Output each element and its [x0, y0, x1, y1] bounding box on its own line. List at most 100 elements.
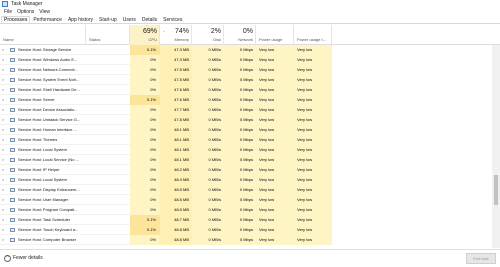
process-memory: 48.4 MB	[160, 175, 192, 185]
column-network[interactable]: 0% Network	[224, 25, 256, 45]
column-status[interactable]: Status	[86, 25, 130, 45]
process-power-usage: Very low	[256, 145, 294, 155]
expand-chevron-icon[interactable]: >	[2, 145, 8, 155]
expand-chevron-icon[interactable]: >	[2, 165, 8, 175]
process-network: 0 Mbps	[224, 105, 256, 115]
footer: ^ Fewer details End task	[0, 249, 500, 267]
scrollbar-thumb[interactable]	[494, 175, 498, 205]
column-cpu[interactable]: 69% CPU	[130, 25, 160, 45]
process-status	[86, 45, 130, 55]
column-power-usage[interactable]: Power usage	[256, 25, 294, 45]
expand-chevron-icon[interactable]: >	[2, 125, 8, 135]
table-row[interactable]: > Service Host: Touch Keyboard a... 0.1% 48…	[0, 225, 492, 235]
expand-chevron-icon[interactable]: >	[2, 55, 8, 65]
tab-users[interactable]: Users	[120, 16, 139, 23]
expand-chevron-icon[interactable]: >	[2, 205, 8, 215]
vertical-scrollbar[interactable]	[492, 45, 500, 248]
expand-chevron-icon[interactable]: >	[2, 175, 8, 185]
expand-chevron-icon[interactable]: >	[2, 105, 8, 115]
menu-file[interactable]: File	[3, 8, 13, 16]
table-row[interactable]: > Service Host: Display Enhancem... 0% 48.5…	[0, 185, 492, 195]
tab-details[interactable]: Details	[139, 16, 160, 23]
table-row[interactable]: > Service Host: Computer Browser 0% 48.8 MB…	[0, 235, 492, 245]
table-row[interactable]: > Service Host: Human Interface ... 0% 48.1…	[0, 125, 492, 135]
process-name: Service Host: Display Enhancem...	[18, 187, 80, 192]
process-network: 0 Mbps	[224, 235, 256, 245]
service-host-icon	[10, 218, 15, 222]
end-task-button[interactable]: End task	[466, 253, 496, 264]
expand-chevron-icon[interactable]: >	[2, 95, 8, 105]
table-row[interactable]: > Service Host: Device Associatio... 0% 47.…	[0, 105, 492, 115]
expand-chevron-icon[interactable]: >	[2, 65, 8, 75]
process-cpu: 0.1%	[130, 95, 160, 105]
process-cpu: 0%	[130, 145, 160, 155]
expand-chevron-icon[interactable]: >	[2, 185, 8, 195]
table-row[interactable]: > Service Host: Program Compati... 0% 48.5 …	[0, 205, 492, 215]
process-power-usage: Very low	[256, 205, 294, 215]
menu-options[interactable]: Options	[16, 8, 35, 16]
table-row[interactable]: > Service Host: Local System 0% 48.4 MB 0 MB…	[0, 175, 492, 185]
table-row[interactable]: > Service Host: Windows Audio E... 0% 47.3 …	[0, 55, 492, 65]
expand-chevron-icon[interactable]: >	[2, 135, 8, 145]
fewer-details-link[interactable]: Fewer details	[13, 255, 43, 262]
process-memory: 47.7 MB	[160, 105, 192, 115]
table-row[interactable]: > Service Host: System Event Noti... 0% 47.…	[0, 75, 492, 85]
tab-bar: Processes Performance App history Start-…	[0, 16, 500, 24]
expand-chevron-icon[interactable]: >	[2, 235, 8, 245]
process-power-trend: Very low	[294, 45, 332, 55]
table-row[interactable]: > Service Host: Unistack Service G... 0% 47…	[0, 115, 492, 125]
table-row[interactable]: > Service Host: Task Scheduler 0.1% 48.7 MB…	[0, 215, 492, 225]
process-network: 0 Mbps	[224, 45, 256, 55]
service-host-icon	[10, 88, 15, 92]
tab-start-up[interactable]: Start-up	[96, 16, 120, 23]
table-row[interactable]: > Service Host: IP Helper 0% 48.2 MB 0 MB/s 0…	[0, 165, 492, 175]
table-row[interactable]: > Service Host: User Manager 0% 48.5 MB 0 MB…	[0, 195, 492, 205]
expand-chevron-icon[interactable]: >	[2, 85, 8, 95]
service-host-icon	[10, 128, 15, 132]
column-disk[interactable]: 2% Disk	[192, 25, 224, 45]
table-row[interactable]: > Service Host: Local Service (No ... 0% 48…	[0, 155, 492, 165]
expand-chevron-icon[interactable]: >	[2, 45, 8, 55]
process-status	[86, 205, 130, 215]
process-disk: 0 MB/s	[192, 105, 224, 115]
table-row[interactable]: > Service Host: Network Connecti... 0% 47.5…	[0, 65, 492, 75]
column-power-usage-trend[interactable]: Power usage t...	[294, 25, 332, 45]
tab-services[interactable]: Services	[160, 16, 185, 23]
tab-performance[interactable]: Performance	[30, 16, 65, 23]
service-host-icon	[10, 168, 15, 172]
tab-processes[interactable]: Processes	[1, 16, 31, 23]
expand-chevron-icon[interactable]: >	[2, 75, 8, 85]
expand-chevron-icon[interactable]: >	[2, 195, 8, 205]
table-row[interactable]: > Service Host: Shell Hardware De... 0% 47.…	[0, 85, 492, 95]
process-memory: 48.5 MB	[160, 205, 192, 215]
process-name: Service Host: Windows Audio E...	[18, 57, 78, 62]
table-row[interactable]: > Service Host: Themes 0% 48.1 MB 0 MB/s 0 Mb…	[0, 135, 492, 145]
table-row[interactable]: > Service Host: Storage Service 0.1% 47.3 M…	[0, 45, 492, 55]
row-filler	[332, 175, 492, 185]
column-memory[interactable]: ^ 74% Memory	[160, 25, 192, 45]
expand-chevron-icon[interactable]: >	[2, 225, 8, 235]
service-host-icon	[10, 48, 15, 52]
chevron-up-icon[interactable]: ^	[4, 255, 11, 262]
process-power-usage: Very low	[256, 195, 294, 205]
table-row[interactable]: > Service Host: Server 0.1% 47.6 MB 0 MB/s 0 …	[0, 95, 492, 105]
service-host-icon	[10, 238, 15, 242]
row-filler	[332, 45, 492, 55]
process-disk: 0 MB/s	[192, 75, 224, 85]
expand-chevron-icon[interactable]: >	[2, 215, 8, 225]
cpu-label: CPU	[148, 37, 157, 42]
process-status	[86, 185, 130, 195]
column-name[interactable]: Name	[0, 25, 86, 45]
row-filler	[332, 205, 492, 215]
expand-chevron-icon[interactable]: >	[2, 115, 8, 125]
process-network: 0 Mbps	[224, 135, 256, 145]
expand-chevron-icon[interactable]: >	[2, 155, 8, 165]
process-cpu: 0.1%	[130, 215, 160, 225]
process-status	[86, 195, 130, 205]
row-filler	[332, 165, 492, 175]
menu-view[interactable]: View	[38, 8, 51, 16]
table-row[interactable]: > Service Host: Local System 0% 48.1 MB 0 MB…	[0, 145, 492, 155]
tab-app-history[interactable]: App history	[65, 16, 96, 23]
process-name: Service Host: Local System	[18, 147, 67, 152]
process-cpu: 0%	[130, 55, 160, 65]
